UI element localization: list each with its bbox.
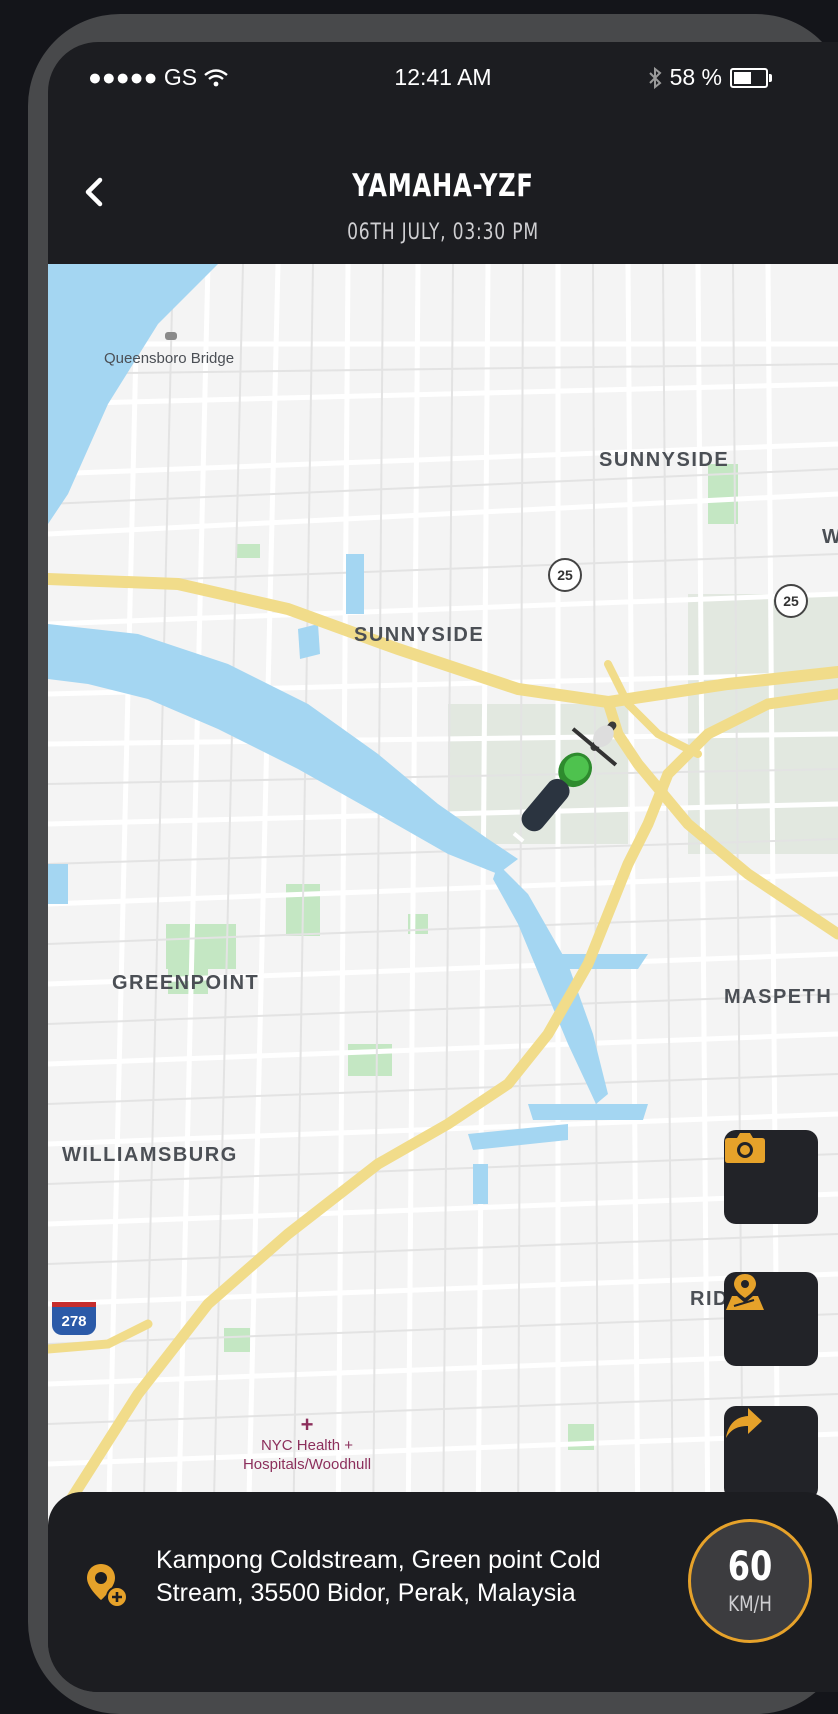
map-pin-icon [726, 1274, 764, 1310]
hospital-label: NYC Health + Hospitals/Woodhull [242, 1437, 372, 1473]
hospital-cross-icon: + [300, 1412, 314, 1437]
current-address: Kampong Coldstream, Green point Cold Str… [156, 1546, 601, 1607]
map-label-greenpoint: GREENPOINT [112, 972, 260, 994]
speed-gauge: 60 KM/H [688, 1519, 812, 1643]
back-chevron-icon[interactable] [76, 172, 116, 212]
map-label-sunnyside-north: SUNNYSIDE [599, 449, 730, 471]
share-arrow-icon [726, 1408, 762, 1438]
map-label-queensboro-bridge: Queensboro Bridge [104, 350, 235, 367]
map-label-williamsburg: WILLIAMSBURG [62, 1144, 238, 1166]
share-button[interactable] [724, 1406, 818, 1500]
map-label-edge: W [822, 526, 838, 548]
header: YAMAHA-YZF 06TH JULY, 03:30 PM [48, 112, 838, 264]
page-subtitle: 06TH JULY, 03:30 PM [347, 220, 539, 245]
camera-icon [725, 1133, 765, 1163]
speed-value: 60 [727, 1544, 773, 1590]
page-title: YAMAHA-YZF [352, 168, 534, 204]
bluetooth-icon [648, 66, 662, 89]
trip-info-panel: Kampong Coldstream, Green point Cold Str… [48, 1492, 838, 1692]
battery-icon [730, 67, 772, 88]
map-label-sunnyside: SUNNYSIDE [354, 624, 485, 646]
status-bar: ●●●●● GS 12:41 AM 58 % [48, 42, 838, 112]
location-button[interactable] [724, 1272, 818, 1366]
interstate-shield-278: 278 [52, 1302, 96, 1335]
map-label-maspeth: MASPETH [724, 986, 833, 1008]
add-location-pin-icon [87, 1564, 128, 1608]
battery-percent: 58 % [669, 64, 722, 90]
interstate-number: 278 [61, 1312, 87, 1330]
camera-button[interactable] [724, 1130, 818, 1224]
route-shield-25-b: 25 [774, 584, 808, 618]
route-shield-25-a: 25 [548, 558, 582, 592]
status-right: 58 % [648, 64, 772, 91]
speed-unit: KM/H [728, 1592, 772, 1616]
bridge-marker-icon [165, 332, 177, 340]
app-screen: ●●●●● GS 12:41 AM 58 % YAMAHA-YZF 06TH J… [48, 42, 838, 1692]
hospital-poi: + NYC Health + Hospitals/Woodhull [232, 1414, 382, 1474]
map-view[interactable]: SUNNYSIDE SUNNYSIDE GREENPOINT WILLIAMSB… [48, 264, 838, 1542]
battery-fill [734, 71, 751, 84]
